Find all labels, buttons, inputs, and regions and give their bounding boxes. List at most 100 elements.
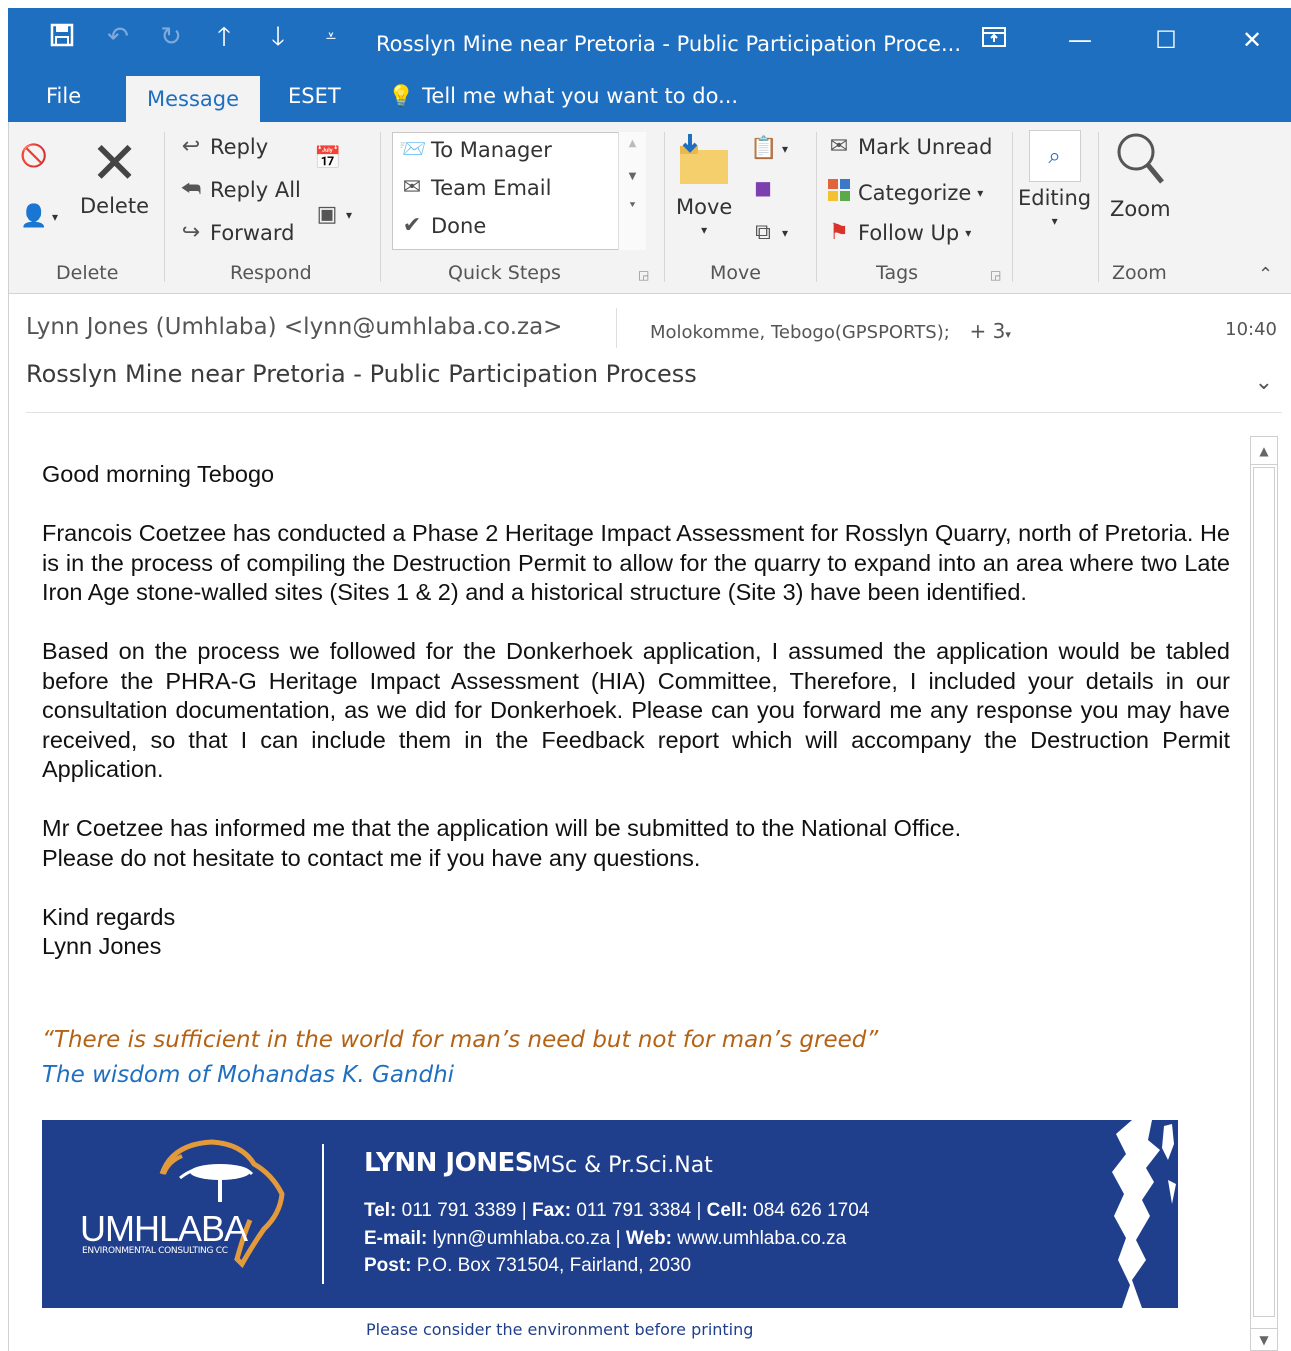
email-link[interactable]: lynn@umhlaba.co.za bbox=[433, 1228, 611, 1249]
header-separator bbox=[616, 308, 617, 348]
forward-button[interactable]: ↪ Forward bbox=[178, 220, 295, 245]
follow-up-button[interactable]: ⚑ Follow Up ▾ bbox=[826, 220, 971, 245]
mark-unread-icon: ✉ bbox=[829, 134, 849, 159]
africa-map-icon bbox=[142, 1134, 292, 1278]
scroll-thumb[interactable] bbox=[1253, 467, 1275, 1317]
ignore-icon: 🚫 bbox=[20, 144, 48, 169]
paragraph: Francois Coetzee has conducted a Phase 2… bbox=[42, 520, 1230, 605]
actions-icon: ⧉ bbox=[755, 220, 771, 245]
actions-button[interactable]: ⧉ ▾ bbox=[750, 220, 788, 245]
minimize-icon[interactable]: — bbox=[1058, 22, 1102, 58]
message-body: Good morning Tebogo Francois Coetzee has… bbox=[42, 460, 1230, 962]
contact-web: E-mail: lynn@umhlaba.co.za | Web: www.um… bbox=[364, 1228, 846, 1250]
close-icon[interactable]: ✕ bbox=[1230, 22, 1274, 58]
scroll-down-icon[interactable]: ▼ bbox=[1251, 1328, 1277, 1350]
contact-phones: Tel: 011 791 3389 | Fax: 011 791 3384 | … bbox=[364, 1200, 869, 1222]
group-separator bbox=[1012, 132, 1013, 282]
recipients[interactable]: Molokomme, Tebogo(GPSPORTS); + 3▾ bbox=[650, 319, 1011, 343]
quick-step-to-manager[interactable]: 📨 To Manager bbox=[399, 137, 552, 162]
rules-button[interactable]: 📋 ▾ bbox=[750, 136, 788, 161]
dialog-launcher-icon[interactable]: ◲ bbox=[990, 268, 1001, 282]
quick-step-team-email[interactable]: ✉ Team Email bbox=[399, 175, 552, 200]
tab-message[interactable]: Message bbox=[126, 76, 260, 122]
quick-step-label: Done bbox=[431, 213, 487, 238]
tell-me-label: Tell me what you want to do... bbox=[422, 84, 739, 108]
more-respond-icon: ▣ bbox=[316, 202, 338, 227]
onenote-button[interactable]: ◼ bbox=[750, 176, 776, 201]
tel-value: 011 791 3389 bbox=[401, 1200, 517, 1221]
up-arrow-icon[interactable]: 🡑 bbox=[206, 22, 242, 52]
save-icon[interactable] bbox=[44, 22, 80, 55]
dialog-launcher-icon[interactable]: ◲ bbox=[638, 268, 649, 282]
paragraph: Based on the process we followed for the… bbox=[42, 638, 1230, 782]
greeting: Good morning Tebogo bbox=[42, 461, 275, 487]
separator: | bbox=[615, 1228, 621, 1249]
down-arrow-icon[interactable]: 🡓 bbox=[260, 22, 296, 52]
scroll-up-icon[interactable]: ▲ bbox=[1251, 437, 1277, 465]
paragraph-line: Mr Coetzee has informed me that the appl… bbox=[42, 815, 962, 841]
contact-post: Post: P.O. Box 731504, Fairland, 2030 bbox=[364, 1255, 691, 1277]
folder-move-icon bbox=[676, 132, 732, 191]
email-label: E-mail: bbox=[364, 1228, 428, 1249]
ignore-button[interactable]: 🚫 bbox=[20, 144, 48, 169]
tab-eset[interactable]: ESET bbox=[288, 84, 341, 108]
group-separator bbox=[816, 132, 817, 282]
reply-button[interactable]: ↩ Reply bbox=[178, 134, 268, 159]
tab-file[interactable]: File bbox=[46, 84, 81, 108]
follow-up-label: Follow Up bbox=[858, 220, 960, 245]
categorize-button[interactable]: Categorize ▾ bbox=[826, 177, 983, 208]
editing-button[interactable]: ⌕ Editing ▾ bbox=[1018, 130, 1091, 228]
ribbon-display-icon[interactable] bbox=[972, 22, 1016, 58]
separator: | bbox=[696, 1200, 702, 1221]
web-link[interactable]: www.umhlaba.co.za bbox=[677, 1228, 846, 1249]
window-title: Rosslyn Mine near Pretoria - Public Part… bbox=[376, 32, 962, 56]
checkmark-icon: ✔ bbox=[402, 213, 422, 238]
expand-header-icon[interactable]: ⌄ bbox=[1255, 370, 1273, 395]
forward-icon: ↪ bbox=[181, 220, 201, 245]
scroll-down-icon[interactable]: ▼ bbox=[619, 171, 646, 182]
move-button[interactable]: Move ▾ bbox=[676, 132, 732, 237]
redo-icon[interactable]: ↻ bbox=[153, 22, 189, 52]
meeting-icon: 📅 bbox=[314, 146, 342, 171]
separator: | bbox=[521, 1200, 527, 1221]
onenote-icon: ◼ bbox=[753, 176, 773, 201]
group-separator bbox=[164, 132, 165, 282]
expand-icon[interactable]: ⯆ bbox=[619, 200, 646, 211]
lightbulb-icon: 💡 bbox=[388, 84, 415, 108]
tel-label: Tel: bbox=[364, 1200, 397, 1221]
mark-unread-button[interactable]: ✉ Mark Unread bbox=[826, 134, 993, 159]
collapse-ribbon-icon[interactable]: ⌃ bbox=[1258, 264, 1273, 285]
quick-steps-scroll[interactable]: ▲ ▼ ⯆ bbox=[618, 132, 646, 250]
junk-button[interactable]: 👤 ▾ bbox=[20, 204, 58, 229]
tell-me-search[interactable]: 💡 Tell me what you want to do... bbox=[388, 84, 738, 109]
quick-step-label: Team Email bbox=[431, 175, 552, 200]
undo-icon[interactable]: ↶ bbox=[100, 22, 136, 52]
reading-pane-border bbox=[8, 122, 9, 1351]
reply-all-button[interactable]: ⮪ Reply All bbox=[178, 177, 301, 202]
post-label: Post: bbox=[364, 1255, 412, 1276]
junk-icon: 👤 bbox=[20, 204, 48, 229]
quick-step-done[interactable]: ✔ Done bbox=[399, 213, 486, 238]
more-respond-button[interactable]: ▣ ▾ bbox=[314, 202, 352, 227]
ribbon-tabs: File Message ESET 💡 Tell me what you want… bbox=[8, 72, 1291, 122]
vertical-scrollbar[interactable]: ▲ ▼ bbox=[1250, 436, 1278, 1351]
scroll-up-icon[interactable]: ▲ bbox=[619, 138, 646, 149]
logo-wordmark: UMHLABA bbox=[80, 1208, 248, 1249]
zoom-button[interactable]: Zoom bbox=[1110, 130, 1171, 221]
customize-icon[interactable]: ⩡ bbox=[313, 22, 349, 52]
delete-button[interactable]: ✕ Delete bbox=[80, 132, 149, 218]
to-manager-icon: 📨 bbox=[399, 137, 427, 162]
sender: Lynn Jones (Umhlaba) <lynn@umhlaba.co.za… bbox=[26, 314, 563, 340]
reply-icon: ↩ bbox=[181, 134, 201, 159]
maximize-icon[interactable]: ☐ bbox=[1144, 22, 1188, 58]
more-recipients[interactable]: + 3 bbox=[970, 319, 1006, 343]
zoom-icon bbox=[1114, 130, 1166, 191]
search-icon: ⌕ bbox=[1028, 130, 1081, 182]
reply-all-label: Reply All bbox=[210, 177, 301, 202]
delete-label: Delete bbox=[80, 194, 149, 218]
meeting-button[interactable]: 📅 bbox=[314, 146, 342, 171]
group-separator bbox=[1098, 132, 1099, 282]
paragraph-line: Please do not hesitate to contact me if … bbox=[42, 844, 701, 871]
post-value: P.O. Box 731504, Fairland, 2030 bbox=[416, 1255, 692, 1276]
reply-label: Reply bbox=[210, 134, 269, 159]
